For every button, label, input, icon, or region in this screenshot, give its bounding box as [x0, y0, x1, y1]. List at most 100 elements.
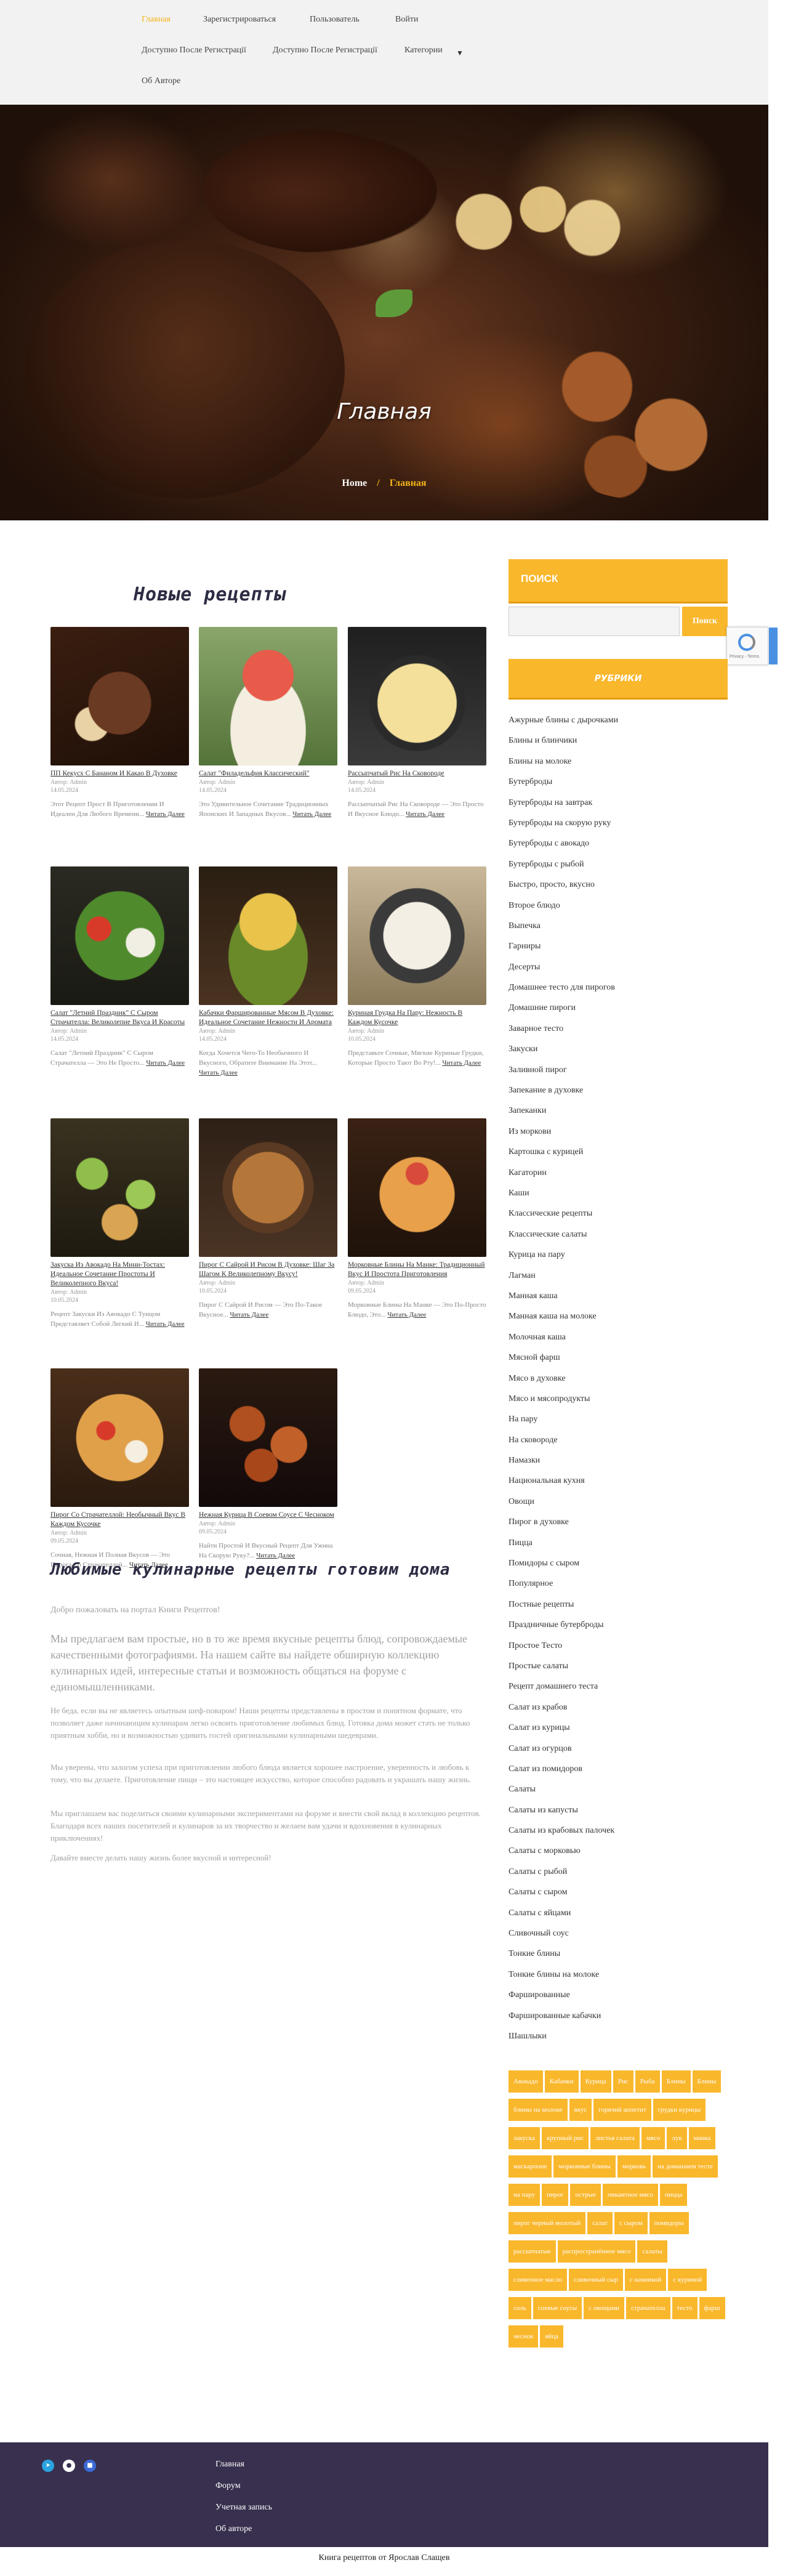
tag-link[interactable]: помидоры — [649, 2212, 689, 2234]
category-item[interactable]: Картошка с курицей — [509, 1146, 728, 1166]
category-item[interactable]: Мясной фарш — [509, 1352, 728, 1372]
link-icon[interactable]: ■ — [84, 2460, 96, 2472]
tag-link[interactable]: салаты — [637, 2240, 667, 2263]
category-item[interactable]: Ажурные блины с дырочками — [509, 714, 728, 735]
read-more-link[interactable]: Читать Далее — [146, 1320, 185, 1328]
category-item[interactable]: Салат из помидоров — [509, 1763, 728, 1783]
tag-link[interactable]: блины на молоке — [509, 2099, 568, 2121]
recipe-title-link[interactable]: Кабачки Фаршированные Мясом В Духовке: И… — [199, 1009, 337, 1027]
recipe-title-link[interactable]: Салат "Филадельфия Классический" — [199, 769, 337, 778]
tag-link[interactable]: фарш — [699, 2297, 725, 2319]
category-item[interactable]: Сливочный соус — [509, 1928, 728, 1948]
category-item[interactable]: Классические рецепты — [509, 1208, 728, 1228]
tag-link[interactable]: Кабачки — [544, 2070, 579, 2093]
tag-link[interactable]: Авокадо — [509, 2070, 543, 2093]
chevron-down-icon[interactable]: ▼ — [456, 49, 464, 58]
category-item[interactable]: Заливной пирог — [509, 1064, 728, 1084]
tag-link[interactable]: Курица — [580, 2070, 611, 2093]
tag-link[interactable]: Рыба — [635, 2070, 660, 2093]
tag-link[interactable]: пирог — [542, 2184, 569, 2206]
tag-link[interactable]: рассыпчатые — [509, 2240, 556, 2263]
footer-link-account[interactable]: Учетная запись — [215, 2503, 272, 2513]
category-item[interactable]: Бутерброды — [509, 776, 728, 796]
category-item[interactable]: Салат из огурцов — [509, 1743, 728, 1763]
category-item[interactable]: Кагаторин — [509, 1167, 728, 1187]
recipe-image[interactable] — [199, 866, 337, 1005]
category-item[interactable]: Салаты с морковью — [509, 1845, 728, 1865]
category-item[interactable]: Десерты — [509, 961, 728, 982]
tag-link[interactable]: с овощами — [584, 2297, 625, 2319]
category-item[interactable]: Шашлыки — [509, 2030, 728, 2051]
category-item[interactable]: Рецепт домашнего теста — [509, 1681, 728, 1701]
category-item[interactable]: Бутерброды на скорую руку — [509, 817, 728, 838]
tag-link[interactable]: Рис — [613, 2070, 633, 2093]
recipe-title-link[interactable]: Рассыпчатый Рис На Сковороде — [348, 769, 486, 778]
category-item[interactable]: Блины и блинчики — [509, 735, 728, 755]
category-item[interactable]: Национальная кухня — [509, 1475, 728, 1495]
tag-link[interactable]: сливочный сыр — [568, 2269, 623, 2291]
category-item[interactable]: Курица на пару — [509, 1249, 728, 1269]
recipe-title-link[interactable]: Пирог Со Страчателлой: Необычный Вкус В … — [50, 1511, 189, 1529]
tag-link[interactable]: пицца — [659, 2184, 688, 2206]
category-item[interactable]: Из моркови — [509, 1126, 728, 1146]
category-item[interactable]: Мясо в духовке — [509, 1373, 728, 1393]
tag-link[interactable]: мясо — [641, 2127, 665, 2149]
recipe-image[interactable] — [50, 627, 189, 765]
recipe-title-link[interactable]: Салат "Летний Праздник" С Сыром Страчате… — [50, 1009, 189, 1027]
tag-link[interactable]: яйца — [540, 2325, 564, 2348]
category-item[interactable]: Салаты с рыбой — [509, 1866, 728, 1886]
category-item[interactable]: Салат из курицы — [509, 1722, 728, 1742]
recipe-image[interactable] — [50, 866, 189, 1005]
tag-link[interactable]: пирог черный молотый — [509, 2212, 586, 2234]
category-item[interactable]: Салаты — [509, 1783, 728, 1804]
tag-link[interactable]: листья салата — [590, 2127, 640, 2149]
nav-login[interactable]: Войти — [395, 15, 418, 25]
tag-link[interactable]: закуска — [509, 2127, 540, 2149]
recipe-image[interactable] — [199, 1368, 337, 1507]
category-item[interactable]: Простое Тесто — [509, 1640, 728, 1660]
footer-link-forum[interactable]: Форум — [215, 2481, 241, 2491]
tag-link[interactable]: соевые соусы — [533, 2297, 582, 2319]
tag-link[interactable]: горячий аппетит — [593, 2099, 651, 2121]
tag-link[interactable]: вкус — [569, 2099, 592, 2121]
recaptcha-badge[interactable]: Privacy - Terms — [726, 627, 778, 665]
tag-link[interactable]: Блины — [692, 2070, 722, 2093]
read-more-link[interactable]: Читать Далее — [406, 810, 444, 818]
category-item[interactable]: Заварное тесто — [509, 1023, 728, 1043]
github-icon[interactable]: ● — [63, 2460, 75, 2472]
nav-registered-only-1[interactable]: Доступно После Регистрації — [142, 46, 246, 55]
category-item[interactable]: На пару — [509, 1413, 728, 1434]
category-item[interactable]: Популярное — [509, 1578, 728, 1598]
read-more-link[interactable]: Читать Далее — [292, 810, 331, 818]
tag-link[interactable]: пикантное мясо — [602, 2184, 658, 2206]
category-item[interactable]: Фаршированные кабачки — [509, 2010, 728, 2030]
tag-link[interactable]: грудки курицы — [653, 2099, 706, 2121]
recipe-title-link[interactable]: Куриная Грудка На Пару: Нежность В Каждо… — [348, 1009, 486, 1027]
nav-register[interactable]: Зарегистрироваться — [203, 15, 276, 25]
recipe-image[interactable] — [348, 866, 486, 1005]
category-item[interactable]: Овощи — [509, 1496, 728, 1516]
category-item[interactable]: Постные рецепты — [509, 1599, 728, 1619]
read-more-link[interactable]: Читать Далее — [230, 1311, 268, 1318]
category-item[interactable]: Бутерброды с авокадо — [509, 838, 728, 858]
tag-link[interactable]: манка — [688, 2127, 716, 2149]
category-item[interactable]: Манная каша на молоке — [509, 1310, 728, 1331]
tag-link[interactable]: сливочное масло — [509, 2269, 567, 2291]
telegram-icon[interactable]: ➤ — [42, 2460, 54, 2472]
recipe-image[interactable] — [348, 627, 486, 765]
recipe-title-link[interactable]: Морковные Блины На Манке: Традиционный В… — [348, 1261, 486, 1279]
category-item[interactable]: Классические салаты — [509, 1229, 728, 1249]
category-item[interactable]: Каши — [509, 1187, 728, 1208]
category-item[interactable]: На сковороде — [509, 1434, 728, 1455]
tag-link[interactable]: крупный рис — [541, 2127, 589, 2149]
tag-link[interactable]: чеснок — [509, 2325, 539, 2348]
read-more-link[interactable]: Читать Далее — [146, 1059, 185, 1067]
footer-link-home[interactable]: Главная — [215, 2460, 244, 2469]
tag-link[interactable]: распространённое мясо — [557, 2240, 636, 2263]
recipe-image[interactable] — [199, 627, 337, 765]
category-item[interactable]: Мясо и мясопродукты — [509, 1393, 728, 1413]
category-item[interactable]: Второе блюдо — [509, 900, 728, 920]
read-more-link[interactable]: Читать Далее — [146, 810, 185, 818]
nav-registered-only-2[interactable]: Доступно После Регистрації — [273, 46, 377, 55]
read-more-link[interactable]: Читать Далее — [199, 1069, 238, 1076]
